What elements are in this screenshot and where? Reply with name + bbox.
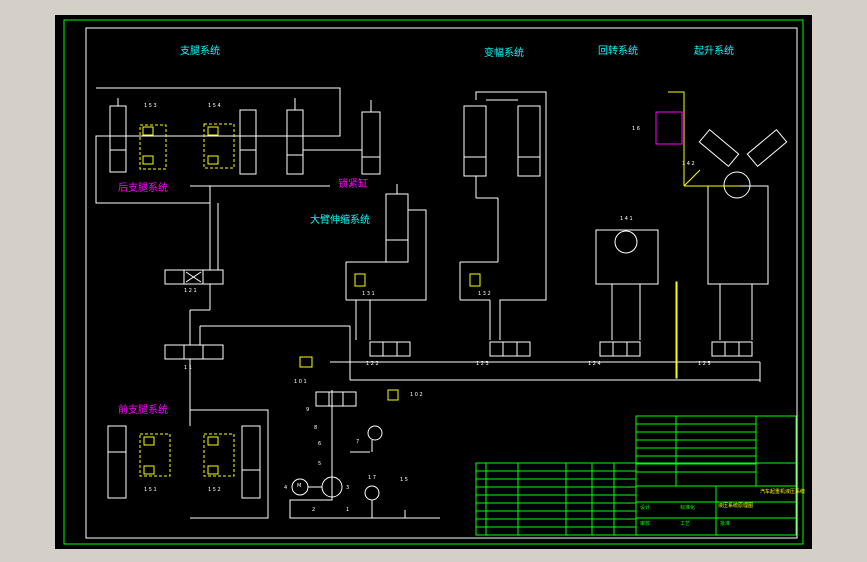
luffing-system-title: 变幅系统 [484, 48, 524, 59]
slewing-system-title: 回转系统 [598, 46, 638, 57]
component-125: 1 2 5 [698, 361, 711, 367]
locking-cylinder-label: 锁紧缸 [338, 179, 368, 190]
component-152: 1 5 2 [208, 487, 221, 493]
hydraulic-schematic-drawing [55, 15, 812, 549]
component-121: 1 2 1 [184, 288, 197, 294]
designer-column: 设计 [640, 505, 651, 511]
component-17: 1 7 [368, 475, 376, 481]
component-1: 1 [346, 507, 350, 513]
drawing-title: 液压系统原理图 [718, 503, 754, 509]
approve-column: 批准 [720, 521, 731, 527]
component-101: 1 0 1 [294, 379, 307, 385]
sheet-name: 汽车起重机液压系统 [760, 489, 806, 495]
motor-symbol: M [297, 483, 302, 489]
component-4: 4 [284, 485, 288, 491]
front-support-label: 前支腿系统 [118, 405, 168, 416]
support-system-title: 支腿系统 [180, 46, 220, 57]
component-5: 5 [318, 461, 322, 467]
component-3: 3 [346, 485, 350, 491]
boom-telescoping-label: 大臂伸缩系统 [310, 215, 370, 226]
component-123: 1 2 3 [476, 361, 489, 367]
process-column: 工艺 [680, 521, 691, 527]
component-142: 1 4 2 [682, 161, 695, 167]
component-153: 1 5 3 [144, 103, 157, 109]
component-2: 2 [312, 507, 316, 513]
component-7: 7 [356, 439, 360, 445]
standard-column: 标准化 [680, 505, 696, 511]
component-15: 1 5 [400, 477, 408, 483]
component-6: 6 [318, 441, 322, 447]
drawing-sheet [55, 15, 812, 549]
component-124: 1 2 4 [588, 361, 601, 367]
component-131: 1 3 1 [362, 291, 375, 297]
component-11: 1 1 [184, 365, 192, 371]
hoisting-system-title: 起升系统 [694, 46, 734, 57]
component-102: 1 0 2 [410, 392, 423, 398]
component-16: 1 6 [632, 126, 640, 132]
rear-support-label: 后支腿系统 [118, 183, 168, 194]
review-column: 审核 [640, 521, 651, 527]
component-122: 1 2 2 [366, 361, 379, 367]
component-141: 1 4 1 [620, 216, 633, 222]
component-132: 1 3 2 [478, 291, 491, 297]
component-151: 1 5 1 [144, 487, 157, 493]
component-154: 1 5 4 [208, 103, 221, 109]
component-9: 9 [306, 407, 310, 413]
component-8: 8 [314, 425, 318, 431]
